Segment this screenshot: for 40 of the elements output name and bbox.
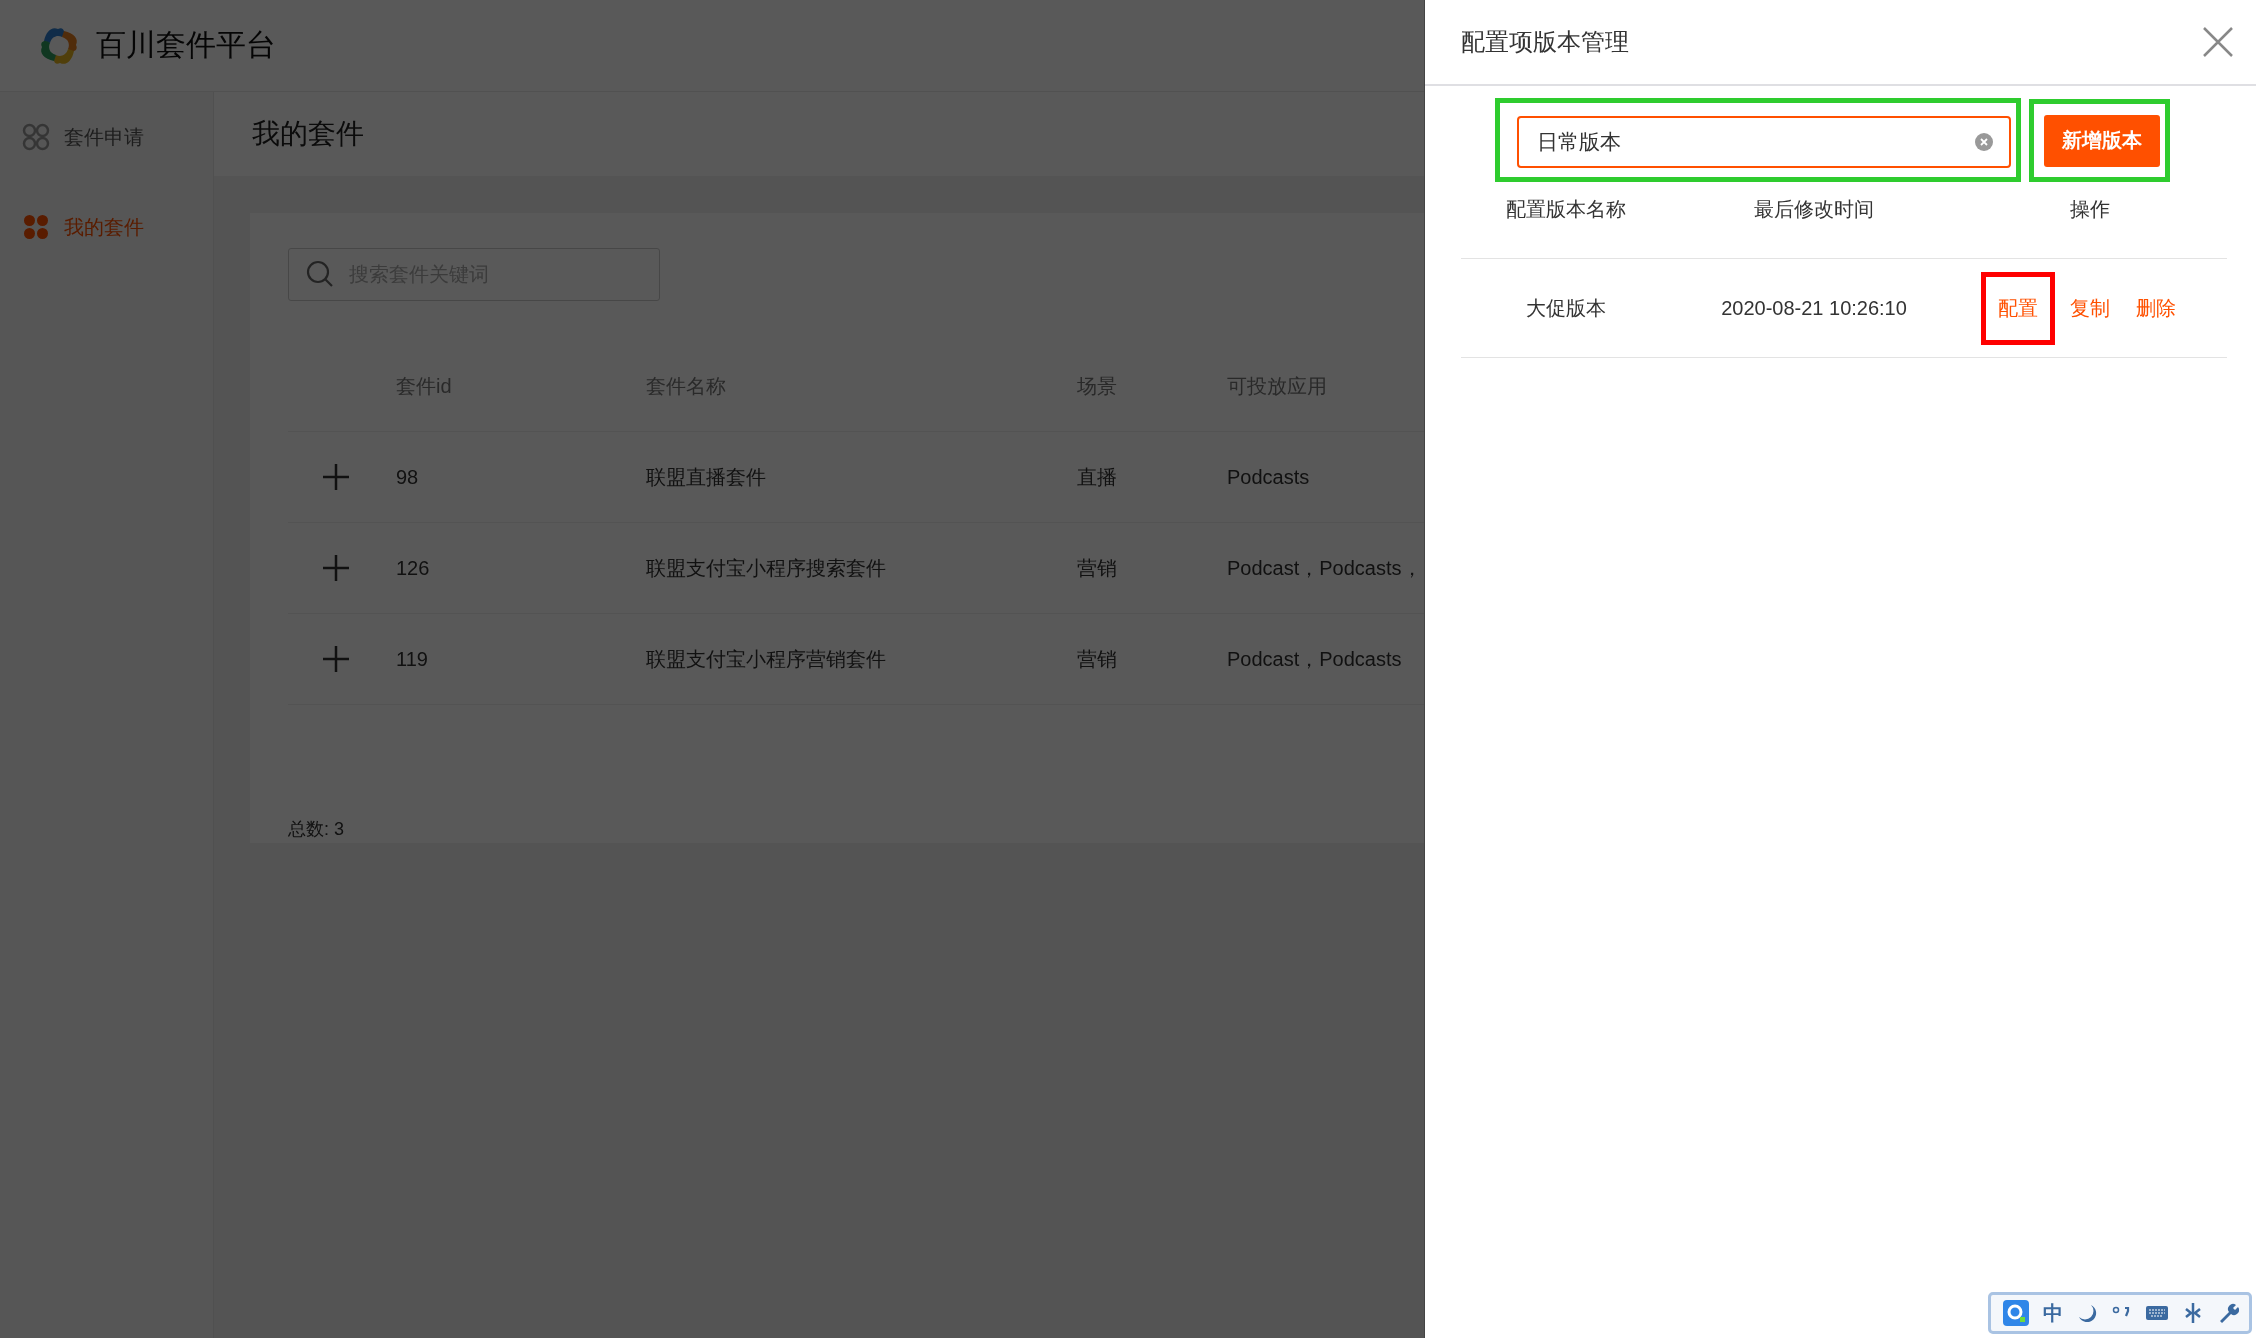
table-cell-text: 98 xyxy=(396,465,420,489)
total-count: 总数: 3 xyxy=(288,818,345,841)
moon-icon[interactable] xyxy=(2077,1303,2097,1323)
column-header: 配置版本名称 xyxy=(1505,197,1627,222)
sidebar-item[interactable]: 我的套件 xyxy=(0,202,213,252)
clover-outline-icon xyxy=(22,123,50,151)
column-header: 操作 xyxy=(2069,197,2111,222)
table-cell-text: 119 xyxy=(396,647,429,671)
table-cell-text: 联盟支付宝小程序营销套件 xyxy=(646,646,887,672)
clear-icon[interactable] xyxy=(1975,133,1993,151)
clover-icon xyxy=(22,213,50,241)
app-title: 百川套件平台 xyxy=(96,27,276,63)
table-cell-text: 大促版本 xyxy=(1525,295,1607,321)
add-version-button[interactable]: 新增版本 xyxy=(2044,114,2160,167)
table-cell-text: 直播 xyxy=(1077,464,1118,490)
table-cell-text: 营销 xyxy=(1077,555,1118,581)
action-link[interactable]: 配置 xyxy=(1981,271,2055,345)
drawer-title: 配置项版本管理 xyxy=(1461,27,1629,57)
expand-icon[interactable] xyxy=(322,554,350,582)
table-cell-text: 联盟直播套件 xyxy=(646,464,767,490)
action-link[interactable]: 复制 xyxy=(2059,271,2121,345)
table-cell-text: 联盟支付宝小程序搜索套件 xyxy=(646,555,887,581)
page-title: 我的套件 xyxy=(252,117,364,151)
action-link[interactable]: 删除 xyxy=(2125,271,2187,345)
close-icon[interactable] xyxy=(2202,26,2234,58)
keyboard-icon[interactable] xyxy=(2145,1305,2169,1321)
table-cell-text: Podcast，Podcasts， xyxy=(1227,555,1423,581)
column-header: 最后修改时间 xyxy=(1753,197,1875,222)
table-cell-text: 营销 xyxy=(1077,646,1118,672)
table-cell-text: Podcasts xyxy=(1227,465,1311,489)
table-cell-text: 2020-08-21 10:26:10 xyxy=(1720,296,1908,320)
search-icon xyxy=(306,260,334,288)
expand-icon[interactable] xyxy=(322,463,350,491)
table-cell-text: 126 xyxy=(396,556,431,580)
sidebar-item[interactable]: 套件申请 xyxy=(0,112,213,162)
table-cell-text: Podcast，Podcasts xyxy=(1227,646,1403,672)
ime-logo-icon[interactable] xyxy=(2003,1300,2029,1326)
version-name-field[interactable]: 日常版本 xyxy=(1517,116,2011,168)
input-mode-toggle[interactable]: 中 xyxy=(2043,1299,2063,1327)
expand-icon[interactable] xyxy=(322,645,350,673)
